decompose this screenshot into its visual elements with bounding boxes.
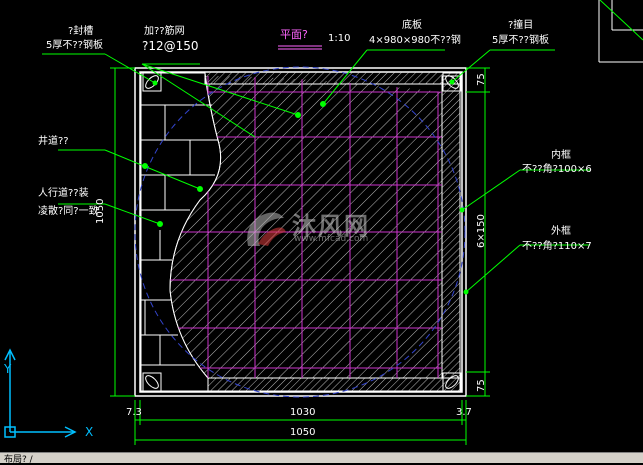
watermark: 沐风网 www.mfcad.com xyxy=(240,206,410,252)
inner-frame-spec: 不??角?100×6 xyxy=(522,164,592,175)
layout-tab[interactable]: 布局? / xyxy=(4,452,33,465)
dim-right-span: 6×150 xyxy=(476,214,487,248)
dim-bottom-left-small: 7.3 xyxy=(126,407,142,418)
dim-bottom-outer: 1050 xyxy=(290,427,316,438)
top-right-spec: 5厚不??钢板 xyxy=(492,35,549,46)
top-left-spec: 5厚不??钢板 xyxy=(46,40,103,51)
inner-frame-name: 内框 xyxy=(551,150,571,161)
title-block-fragment xyxy=(598,0,643,63)
top-rebar-spec: ?12@150 xyxy=(142,39,199,53)
plan-scale: 1:10 xyxy=(328,33,351,44)
well-name: 井道?? xyxy=(38,136,69,147)
ucs-y-label: Y xyxy=(4,362,12,376)
ucs-x-label: X xyxy=(85,425,94,439)
dim-right-bottom: 75 xyxy=(476,379,487,392)
ucs-icon xyxy=(4,348,77,438)
outer-frame-spec: 不??角?110×7 xyxy=(522,241,592,252)
dim-bottom-right-small: 3.7 xyxy=(456,407,472,418)
top-right-name: ?撞目 xyxy=(508,20,534,31)
plan-title-underline xyxy=(278,45,322,50)
dim-bottom-inner: 1030 xyxy=(290,407,316,418)
bottom-plate-name: 底板 xyxy=(402,20,422,31)
top-left-name: ?封槽 xyxy=(68,26,94,37)
top-rebar-name: 加??筋网 xyxy=(144,26,185,37)
dim-right-top: 75 xyxy=(476,73,487,86)
watermark-url: www.mfcad.com xyxy=(294,234,369,244)
watermark-logo-icon xyxy=(247,212,286,246)
dim-left-height: 1050 xyxy=(95,198,106,224)
layout-tab-bar[interactable]: 布局? / xyxy=(0,452,643,465)
plan-title: 平面? xyxy=(280,28,308,41)
sidewalk-line2: 凌散?同?一致 xyxy=(38,206,99,217)
bottom-plate-spec: 4×980×980不??钢 xyxy=(369,35,461,46)
outer-frame-name: 外框 xyxy=(551,226,571,237)
sidewalk-line1: 人行道??装 xyxy=(38,188,89,199)
